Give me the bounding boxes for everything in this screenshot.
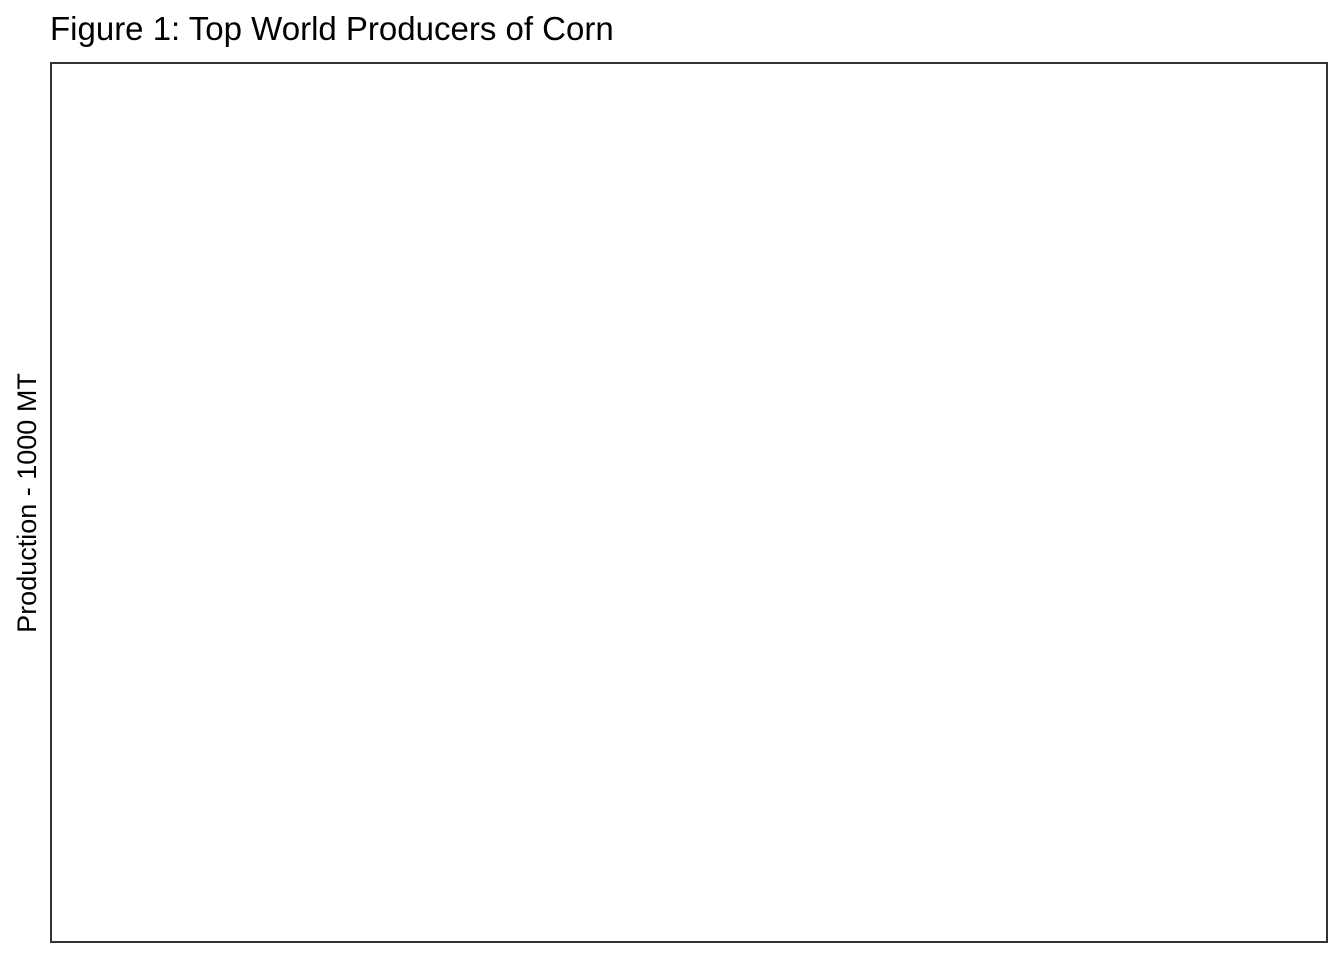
- plot-area: [52, 64, 1326, 941]
- plot-panel: [50, 62, 1328, 943]
- chart-title: Figure 1: Top World Producers of Corn: [50, 10, 614, 47]
- y-axis-label: Production - 1000 MT: [12, 373, 42, 633]
